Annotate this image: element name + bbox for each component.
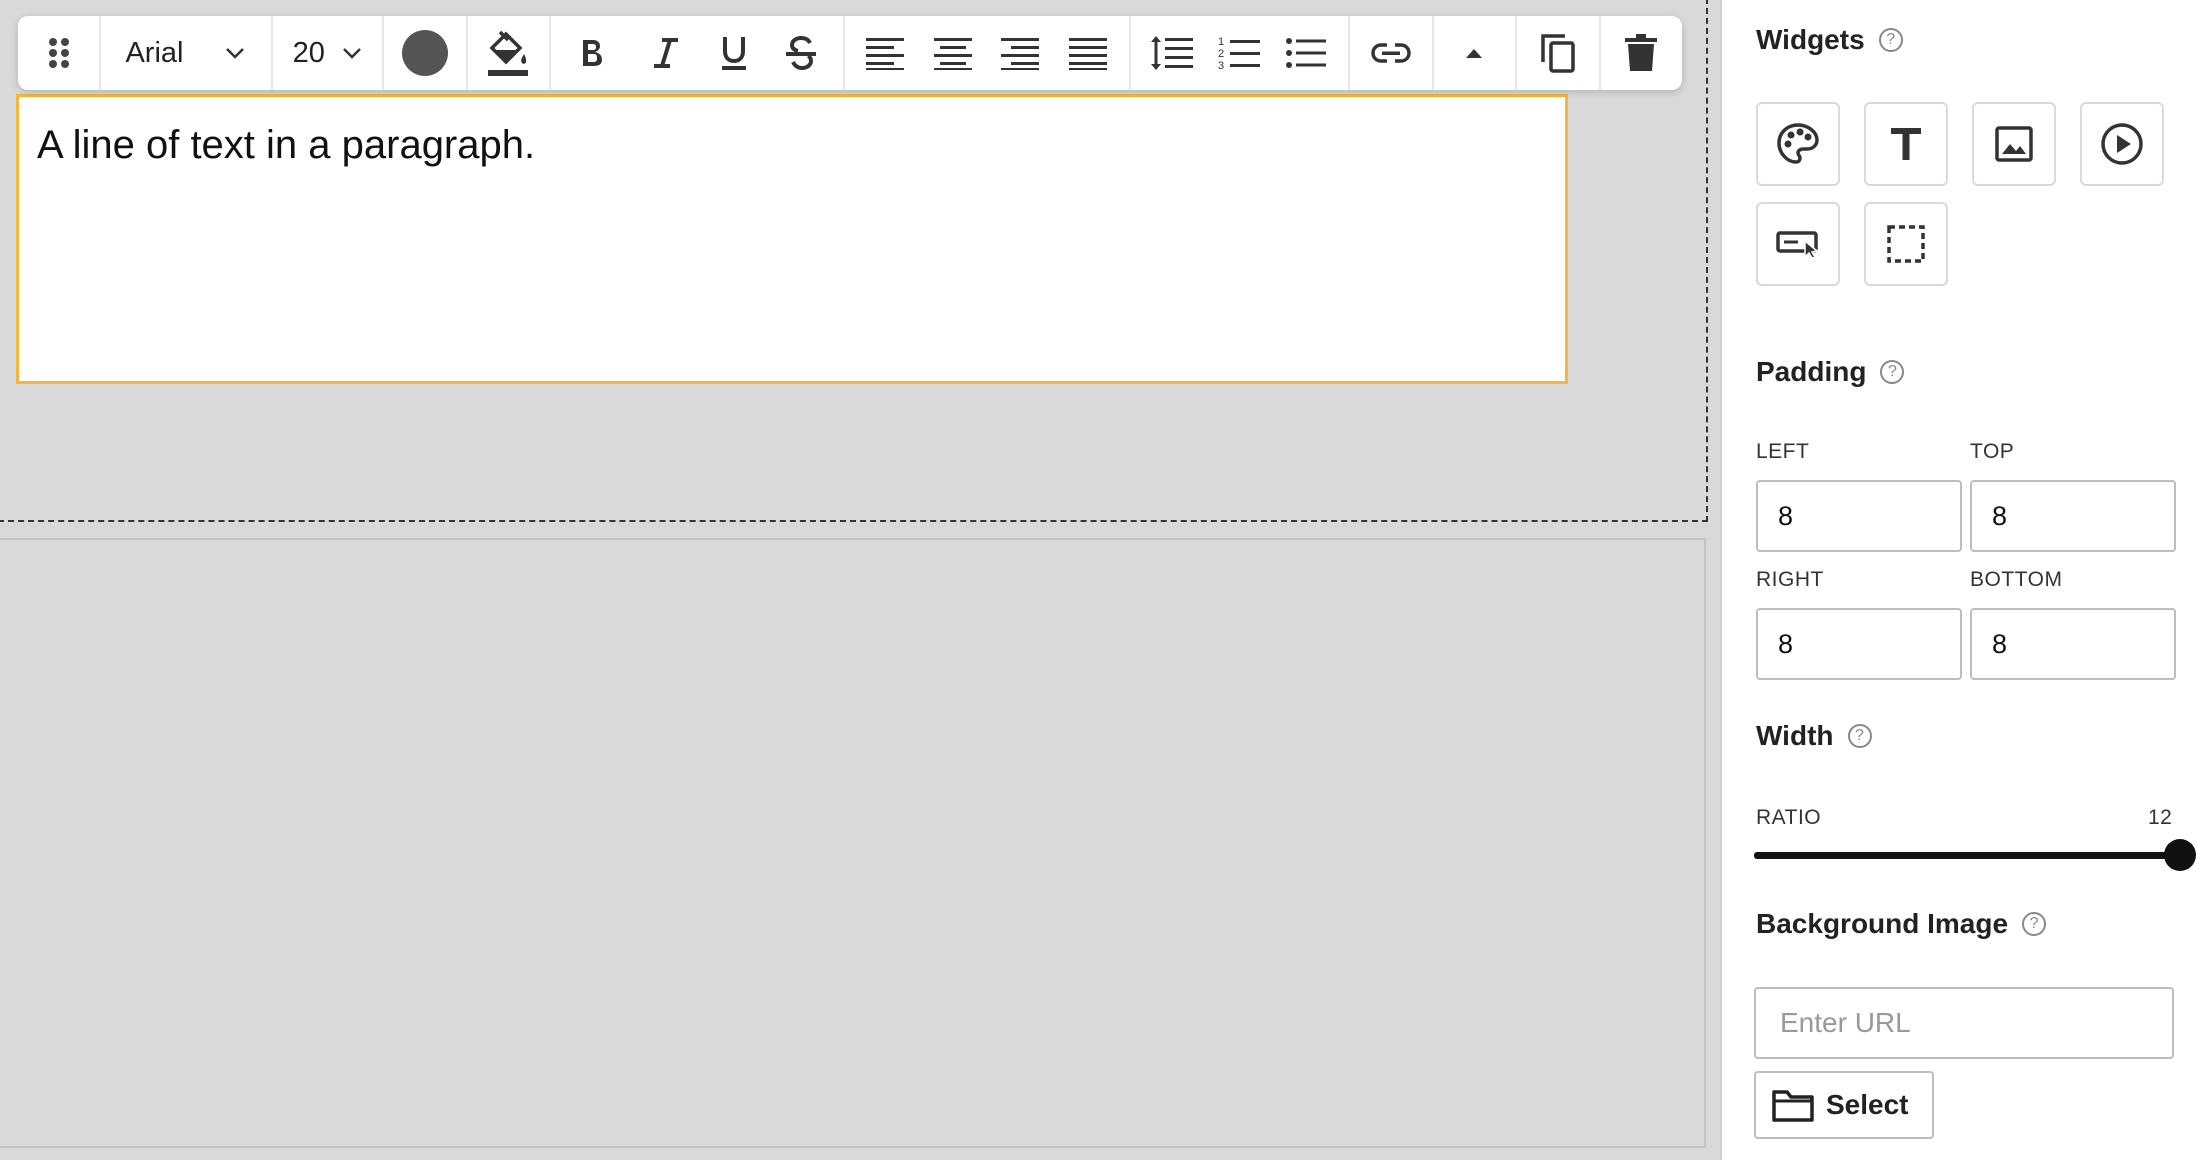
italic-button[interactable] <box>633 16 701 90</box>
background-image-title: Background Image <box>1756 908 2009 939</box>
align-center-button[interactable] <box>919 16 987 90</box>
widget-button[interactable] <box>1756 202 1840 286</box>
padding-right-label: RIGHT <box>1756 568 1824 591</box>
underline-button[interactable] <box>700 16 768 90</box>
widgets-title: Widgets <box>1756 24 1865 55</box>
slider-handle[interactable] <box>2164 839 2196 871</box>
bold-button[interactable] <box>551 16 632 90</box>
section-border <box>1704 538 1706 1148</box>
width-ratio-slider[interactable] <box>1754 852 2180 859</box>
svg-text:1: 1 <box>1218 36 1224 48</box>
widget-video[interactable] <box>2080 102 2164 186</box>
italic-icon <box>654 38 679 68</box>
padding-top-input[interactable]: 8 <box>1970 480 2176 552</box>
ratio-label: RATIO <box>1756 806 1822 829</box>
background-color-button[interactable] <box>468 16 549 90</box>
background-image-heading: Background Image ? <box>1756 908 2047 940</box>
help-icon[interactable]: ? <box>1847 724 1872 748</box>
align-right-icon <box>1001 38 1040 70</box>
background-url-input[interactable] <box>1754 987 2174 1059</box>
align-right-button[interactable] <box>986 16 1054 90</box>
bold-icon <box>582 40 602 66</box>
section-divider <box>0 1146 1706 1148</box>
font-family-select[interactable]: Arial <box>101 16 270 90</box>
unordered-list-button[interactable] <box>1273 16 1341 90</box>
help-icon[interactable]: ? <box>2022 912 2047 936</box>
padding-title: Padding <box>1756 356 1867 387</box>
help-icon[interactable]: ? <box>1878 28 1903 52</box>
strikethrough-icon <box>786 35 817 71</box>
select-button-label: Select <box>1826 1089 1909 1120</box>
paragraph-block[interactable]: A line of text in a paragraph. <box>16 94 1568 384</box>
widget-color[interactable] <box>1756 102 1840 186</box>
svg-text:2: 2 <box>1218 48 1224 60</box>
widget-spacer[interactable] <box>1864 202 1948 286</box>
svg-text:3: 3 <box>1218 60 1224 71</box>
ordered-list-button[interactable]: 1 2 3 <box>1205 16 1273 90</box>
ratio-value: 12 <box>2148 806 2173 829</box>
section-divider <box>0 538 1706 540</box>
paragraph-text[interactable]: A line of text in a paragraph. <box>37 123 535 168</box>
button-icon <box>1776 231 1819 259</box>
padding-left-input[interactable]: 8 <box>1756 480 1962 552</box>
duplicate-button[interactable] <box>1517 16 1598 90</box>
link-button[interactable] <box>1350 16 1431 90</box>
underline-icon <box>721 37 746 70</box>
padding-top-label: TOP <box>1970 440 2015 463</box>
strikethrough-button[interactable] <box>768 16 836 90</box>
drag-handle-icon[interactable] <box>18 16 99 90</box>
palette-icon <box>1777 123 1819 164</box>
text-icon <box>1891 128 1921 160</box>
copy-icon <box>1541 34 1575 73</box>
line-height-button[interactable] <box>1137 16 1205 90</box>
help-icon[interactable]: ? <box>1880 360 1905 384</box>
widget-text[interactable] <box>1864 102 1948 186</box>
align-left-button[interactable] <box>851 16 919 90</box>
chevron-down-icon <box>343 48 362 59</box>
padding-bottom-input[interactable]: 8 <box>1970 608 2176 680</box>
chevron-down-icon <box>225 48 244 59</box>
align-justify-button[interactable] <box>1054 16 1122 90</box>
text-toolbar: Arial 20 1 2 3 <box>18 16 1682 90</box>
delete-button[interactable] <box>1601 16 1682 90</box>
image-icon <box>1995 126 2033 162</box>
width-heading: Width ? <box>1756 720 1872 752</box>
select-image-button[interactable]: Select <box>1754 1071 1934 1139</box>
ordered-list-icon: 1 2 3 <box>1218 36 1260 71</box>
padding-heading: Padding ? <box>1756 356 1905 388</box>
unordered-list-icon <box>1286 38 1327 68</box>
paint-bucket-icon <box>488 30 529 76</box>
text-color-button[interactable] <box>384 16 465 90</box>
text-color-icon <box>401 30 448 76</box>
caret-up-icon <box>1466 49 1483 58</box>
move-up-button[interactable] <box>1434 16 1515 90</box>
align-justify-icon <box>1068 38 1107 70</box>
align-left-icon <box>866 38 905 70</box>
widget-image[interactable] <box>1972 102 2056 186</box>
trash-icon <box>1625 34 1658 71</box>
padding-right-input[interactable]: 8 <box>1756 608 1962 680</box>
font-size-value: 20 <box>292 36 325 69</box>
padding-bottom-label: BOTTOM <box>1970 568 2063 591</box>
settings-panel: Widgets ? Padding ? LEFT TOP 8 8 RIGHT B… <box>1720 0 2196 1160</box>
font-size-select[interactable]: 20 <box>273 16 383 90</box>
link-icon <box>1371 43 1411 63</box>
padding-left-label: LEFT <box>1756 440 1810 463</box>
width-title: Width <box>1756 720 1834 751</box>
editor-canvas: A line of text in a paragraph. Arial 20 <box>0 0 1720 1160</box>
font-family-value: Arial <box>125 36 184 69</box>
spacer-icon <box>1887 225 1925 263</box>
line-height-icon <box>1151 36 1194 70</box>
folder-icon <box>1772 1090 1814 1122</box>
align-center-icon <box>933 38 972 70</box>
video-icon <box>2101 123 2143 165</box>
widgets-heading: Widgets ? <box>1756 24 1903 56</box>
